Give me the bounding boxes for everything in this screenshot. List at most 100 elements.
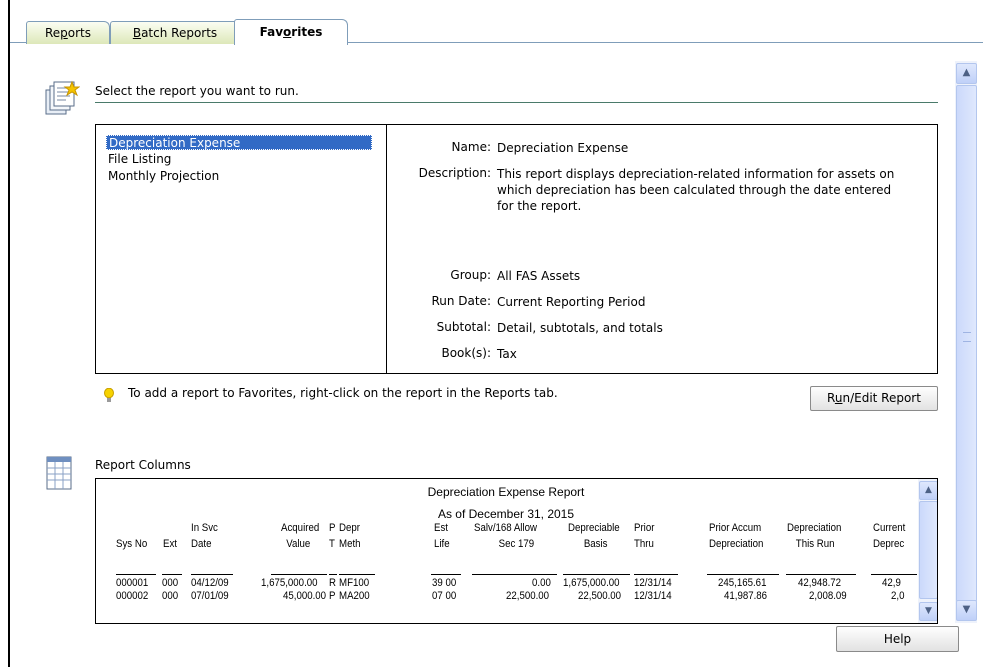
header-rule [563, 574, 630, 575]
tab-reports-mnemonic: p [60, 26, 68, 40]
cell-ext: 000 [162, 577, 179, 589]
lightbulb-icon [104, 388, 114, 402]
cell-this-run: 42,948.72 [798, 577, 842, 589]
header-rule [191, 574, 233, 575]
col-header-sys-no: Sys No [116, 538, 148, 550]
run-button-label: R [827, 391, 835, 405]
header-rule [786, 574, 856, 575]
col-header-depreciation-this-run: Depreciation This Run [787, 522, 842, 550]
report-preview: Depreciation Expense Report As of Decemb… [95, 478, 938, 624]
scroll-grip-icon [963, 332, 971, 342]
name-label: Name: [451, 140, 491, 154]
run-button-label-rest: n/Edit Report [842, 391, 921, 405]
header-rule [707, 574, 779, 575]
cell-est-life: 07 00 [432, 590, 457, 602]
col-header-prior-accum: Prior Accum Depreciation [709, 522, 764, 550]
header-rule [634, 574, 678, 575]
header-rule [431, 574, 461, 575]
cell-salv: 22,500.00 [506, 590, 550, 602]
name-value: Depreciation Expense [497, 141, 629, 155]
group-label: Group: [450, 268, 491, 282]
cell-depreciable-basis: 1,675,000.00 [563, 577, 620, 589]
tab-batch-mnemonic: B [132, 26, 142, 40]
books-label: Book(s): [441, 346, 491, 360]
preview-scroll-up-button[interactable]: ▲ [919, 481, 937, 500]
header-rule [871, 574, 917, 575]
scroll-down-button[interactable]: ▼ [956, 600, 977, 621]
cell-current-deprec: 2,0 [891, 590, 905, 602]
window-left-border [8, 0, 10, 667]
scroll-up-button[interactable]: ▲ [956, 63, 977, 84]
col-header-depreciable-basis: Depreciable Basis [568, 522, 620, 550]
cell-pt: P [329, 590, 336, 602]
cell-in-svc-date: 04/12/09 [191, 577, 229, 589]
list-item-monthly-projection[interactable]: Monthly Projection [106, 169, 221, 184]
header-rule [162, 574, 182, 575]
description-label: Description: [418, 166, 491, 180]
cell-depreciable-basis: 22,500.00 [578, 590, 622, 602]
books-value: Tax [497, 347, 517, 361]
description-value: This report displays depreciation-relate… [497, 167, 895, 213]
list-item-depreciation-expense[interactable]: Depreciation Expense [106, 135, 372, 150]
tab-batch-label-rest: atch Reports [141, 26, 218, 40]
run-edit-report-button[interactable]: Run/Edit Report [810, 386, 938, 411]
cell-prior-accum: 245,165.61 [718, 577, 767, 589]
report-columns-heading: Report Columns [95, 458, 191, 472]
page-scrollbar[interactable]: ▲ ▼ [955, 61, 977, 623]
col-header-ext: Ext [163, 538, 177, 550]
cell-prior-thru: 12/31/14 [634, 577, 672, 589]
col-header-pt: PT [329, 522, 336, 550]
cell-salv: 0.00 [532, 577, 551, 589]
col-header-salv-sec179: Salv/168 Allow Sec 179 [474, 522, 537, 550]
col-header-current-deprec: Current Deprec [873, 522, 906, 550]
cell-in-svc-date: 07/01/09 [191, 590, 229, 602]
cell-sys-no: 000001 [116, 577, 149, 589]
cell-pt: R [329, 577, 336, 589]
cell-acquired-value: 45,000.00 [283, 590, 327, 602]
run-date-value: Current Reporting Period [497, 295, 646, 309]
cell-this-run: 2,008.09 [809, 590, 847, 602]
preview-subtitle: As of December 31, 2015 [437, 507, 575, 521]
help-button[interactable]: Help [836, 626, 959, 652]
preview-scroll-thumb[interactable] [919, 501, 937, 599]
header-rule [116, 574, 156, 575]
subtotal-label: Subtotal: [436, 320, 491, 334]
tab-favorites[interactable]: Favorites [234, 19, 348, 45]
header-rule [329, 574, 337, 575]
report-columns-icon [46, 456, 72, 490]
cell-prior-accum: 41,987.86 [724, 590, 768, 602]
cell-prior-thru: 12/31/14 [634, 590, 672, 602]
col-header-prior-thru: Prior Thru [634, 522, 655, 550]
report-details: Name: Depreciation Expense Description: … [387, 125, 937, 373]
cell-current-deprec: 42,9 [882, 577, 901, 589]
col-header-depr-meth: Depr Meth [339, 522, 361, 550]
list-item-file-listing[interactable]: File Listing [106, 152, 173, 167]
tab-batch-reports[interactable]: Batch Reports [110, 21, 240, 44]
favorites-tip: To add a report to Favorites, right-clic… [128, 386, 558, 400]
report-list[interactable]: Depreciation Expense File Listing Monthl… [96, 125, 387, 373]
subtotal-value: Detail, subtotals, and totals [497, 321, 663, 335]
select-report-heading: Select the report you want to run. [95, 84, 299, 98]
header-rule [472, 574, 557, 575]
cell-sys-no: 000002 [116, 590, 149, 602]
tab-favorites-label-rest: rites [291, 25, 323, 39]
cell-ext: 000 [162, 590, 179, 602]
col-header-in-svc-date: In Svc Date [191, 522, 218, 550]
tab-reports[interactable]: Reports [26, 21, 110, 44]
tab-favorites-label: Fav [259, 25, 284, 39]
report-selection-panel: Depreciation Expense File Listing Monthl… [95, 124, 938, 374]
run-date-label: Run Date: [431, 294, 491, 308]
scroll-thumb[interactable] [956, 85, 977, 602]
cell-est-life: 39 00 [432, 577, 457, 589]
cell-depr-meth: MA200 [339, 590, 370, 602]
cell-depr-meth: MF100 [339, 577, 370, 589]
tab-reports-label-rest: orts [67, 26, 92, 40]
tab-reports-label: Re [44, 26, 61, 40]
preview-title: Depreciation Expense Report [427, 485, 585, 499]
heading-divider [95, 102, 938, 103]
preview-scrollbar[interactable]: ▲ ▼ [918, 479, 937, 623]
preview-scroll-down-button[interactable]: ▼ [919, 602, 937, 621]
group-value: All FAS Assets [497, 269, 581, 283]
header-rule [339, 574, 375, 575]
header-rule [271, 574, 327, 575]
